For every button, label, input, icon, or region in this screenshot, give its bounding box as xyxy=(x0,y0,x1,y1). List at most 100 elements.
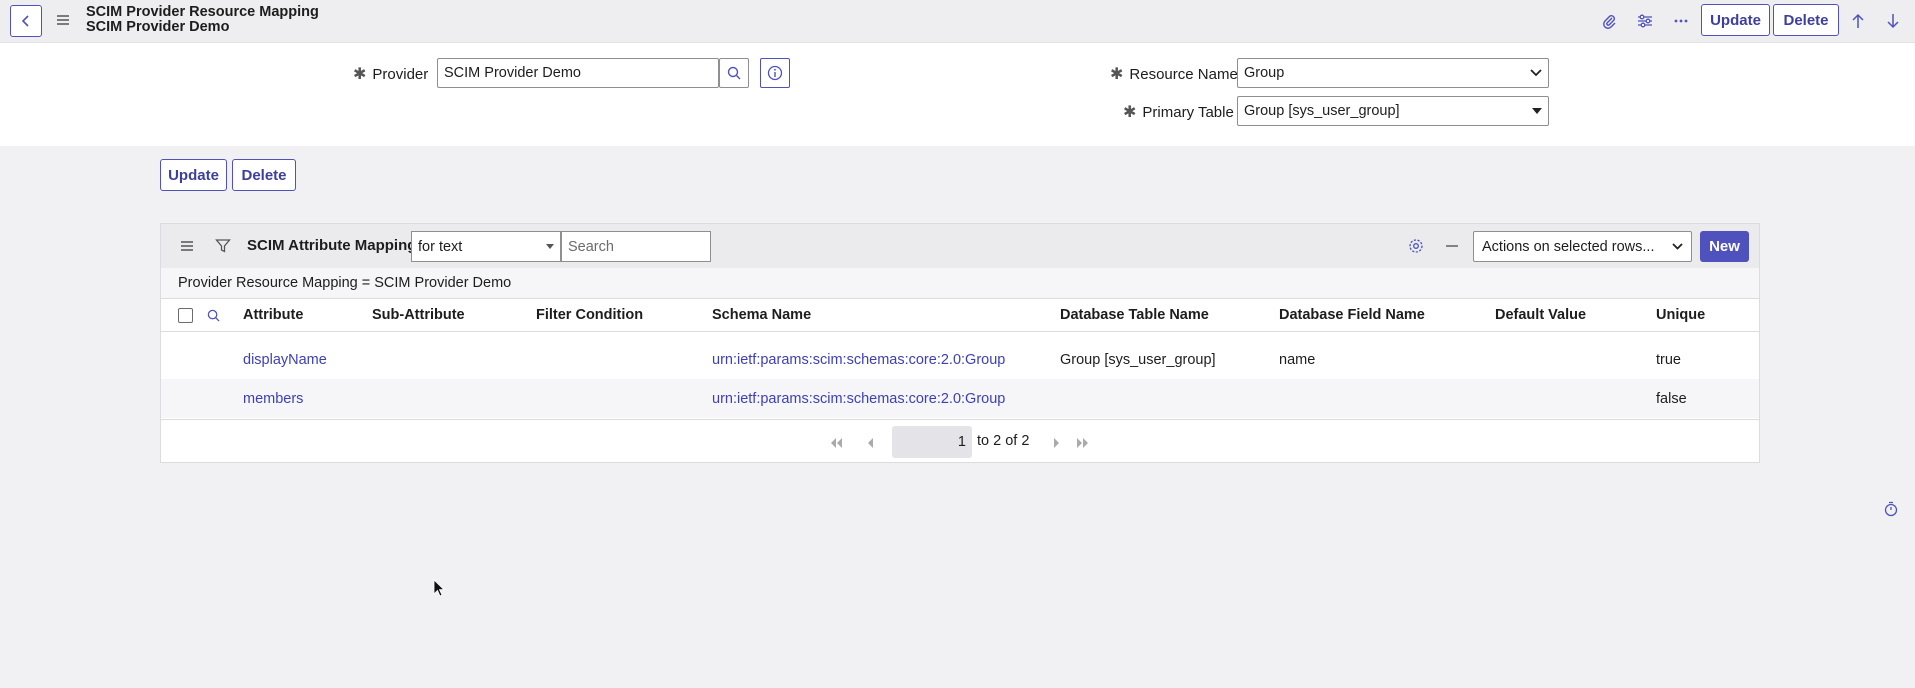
form-update-button[interactable]: Update xyxy=(160,159,227,191)
mouse-cursor-icon xyxy=(433,579,445,601)
provider-label: ✱ Provider xyxy=(353,64,428,84)
list-actions-select[interactable]: Actions on selected rows... xyxy=(1473,231,1692,262)
search-icon xyxy=(207,309,220,322)
stopwatch-icon xyxy=(1884,501,1898,517)
arrow-down-icon xyxy=(1887,14,1899,29)
provider-field-value: SCIM Provider Demo xyxy=(444,65,581,81)
primary-table-select[interactable]: Group [sys_user_group] xyxy=(1237,96,1549,126)
provider-field[interactable]: SCIM Provider Demo xyxy=(437,58,719,88)
sliders-icon xyxy=(1638,14,1652,28)
column-header-filter-condition[interactable]: Filter Condition xyxy=(536,299,643,331)
table-row: members urn:ietf:params:scim:schemas:cor… xyxy=(161,379,1759,418)
search-field-select[interactable]: for text xyxy=(411,231,561,262)
header-update-button[interactable]: Update xyxy=(1701,4,1770,36)
resource-name-value: Group xyxy=(1244,65,1285,81)
paperclip-icon xyxy=(1603,15,1616,29)
personalize-form-button[interactable] xyxy=(1632,8,1658,34)
caret-down-icon xyxy=(1532,108,1542,114)
back-button[interactable] xyxy=(10,5,42,37)
mandatory-asterisk-icon: ✱ xyxy=(1110,66,1124,83)
chevron-left-icon xyxy=(21,15,29,27)
page-number-input[interactable]: 1 xyxy=(892,426,972,458)
resource-name-label: ✱ Resource Name xyxy=(1110,64,1238,84)
new-record-button[interactable]: New xyxy=(1700,231,1749,262)
arrow-up-icon xyxy=(1852,13,1864,28)
hamburger-icon xyxy=(57,15,69,25)
page-number-value: 1 xyxy=(957,434,966,450)
page-range-text: to 2 of 2 xyxy=(977,433,1030,449)
column-header-schema-name[interactable]: Schema Name xyxy=(712,299,811,331)
record-display-value: SCIM Provider Demo xyxy=(86,19,230,35)
mandatory-asterisk-icon: ✱ xyxy=(1123,104,1137,121)
schema-name-link[interactable]: urn:ietf:params:scim:schemas:core:2.0:Gr… xyxy=(712,340,1005,379)
context-menu-button[interactable] xyxy=(52,8,74,32)
search-placeholder: Search xyxy=(568,238,614,255)
breadcrumb-text[interactable]: Provider Resource Mapping = SCIM Provide… xyxy=(178,275,511,291)
primary-table-label: ✱ Primary Table xyxy=(1123,102,1234,122)
form-delete-button[interactable]: Delete xyxy=(232,159,296,191)
header-delete-button[interactable]: Delete xyxy=(1773,4,1839,36)
related-list-panel: SCIM Attribute Mappings for text Search … xyxy=(160,223,1760,463)
provider-label-text: Provider xyxy=(372,65,429,83)
column-header-sub-attribute[interactable]: Sub-Attribute xyxy=(372,299,465,331)
unique-cell: false xyxy=(1656,390,1687,407)
attribute-link[interactable]: displayName xyxy=(243,340,327,379)
collapse-list-button[interactable] xyxy=(1440,234,1464,258)
primary-table-value: Group [sys_user_group] xyxy=(1244,103,1400,119)
chevron-left-icon xyxy=(867,438,873,448)
unique-cell: true xyxy=(1656,351,1681,368)
select-all-checkbox[interactable] xyxy=(178,308,193,323)
record-form: ✱ Provider SCIM Provider Demo ✱ Resource… xyxy=(0,43,1915,146)
filter-button[interactable] xyxy=(211,234,235,258)
double-chevron-left-icon xyxy=(831,438,842,448)
more-options-button[interactable] xyxy=(1668,8,1694,34)
list-settings-button[interactable] xyxy=(1404,234,1428,258)
last-page-button[interactable] xyxy=(1075,435,1091,451)
chevron-down-icon xyxy=(1672,243,1683,250)
mandatory-asterisk-icon: ✱ xyxy=(353,66,367,83)
first-page-button[interactable] xyxy=(828,435,844,451)
list-menu-button[interactable] xyxy=(175,234,199,258)
chevron-right-icon xyxy=(1053,438,1059,448)
column-search-button[interactable] xyxy=(207,299,220,331)
ellipsis-icon xyxy=(1674,19,1688,23)
provider-lookup-button[interactable] xyxy=(719,58,749,88)
caret-down-icon xyxy=(546,244,554,249)
record-title: SCIM Provider Resource Mapping SCIM Prov… xyxy=(86,5,319,35)
list-search-input[interactable]: Search xyxy=(561,231,711,262)
resource-name-label-text: Resource Name xyxy=(1129,65,1238,83)
column-header-default-value[interactable]: Default Value xyxy=(1495,299,1586,331)
gear-icon xyxy=(1409,239,1423,253)
attribute-link[interactable]: members xyxy=(243,379,303,418)
next-record-button[interactable] xyxy=(1880,8,1906,34)
schema-name-link[interactable]: urn:ietf:params:scim:schemas:core:2.0:Gr… xyxy=(712,379,1005,418)
primary-table-label-text: Primary Table xyxy=(1142,103,1234,121)
next-page-button[interactable] xyxy=(1048,435,1064,451)
pagination: 1 to 2 of 2 xyxy=(161,419,1759,464)
column-header-unique[interactable]: Unique xyxy=(1656,299,1705,331)
db-field-cell: name xyxy=(1279,351,1316,368)
chevron-down-icon xyxy=(1530,69,1542,77)
column-header-attribute[interactable]: Attribute xyxy=(243,299,303,331)
related-list-toolbar: SCIM Attribute Mappings for text Search … xyxy=(161,224,1759,268)
search-field-value: for text xyxy=(418,238,463,255)
provider-preview-button[interactable] xyxy=(760,58,790,88)
previous-page-button[interactable] xyxy=(862,435,878,451)
search-icon xyxy=(727,66,741,80)
filter-breadcrumb[interactable]: Provider Resource Mapping = SCIM Provide… xyxy=(161,268,1759,299)
response-time-button[interactable] xyxy=(1884,501,1902,519)
table-row: displayName urn:ietf:params:scim:schemas… xyxy=(161,340,1759,379)
table-header-row: Attribute Sub-Attribute Filter Condition… xyxy=(161,299,1759,332)
minus-icon xyxy=(1446,245,1458,247)
column-header-db-field-name[interactable]: Database Field Name xyxy=(1279,299,1425,331)
hamburger-icon xyxy=(181,241,193,251)
double-chevron-right-icon xyxy=(1077,438,1088,448)
db-table-cell: Group [sys_user_group] xyxy=(1060,351,1216,368)
previous-record-button[interactable] xyxy=(1845,8,1871,34)
info-icon xyxy=(767,65,783,81)
funnel-icon xyxy=(215,239,231,253)
resource-name-select[interactable]: Group xyxy=(1237,58,1549,88)
column-header-db-table-name[interactable]: Database Table Name xyxy=(1060,299,1209,331)
record-table-title: SCIM Provider Resource Mapping xyxy=(86,4,319,20)
attachment-button[interactable] xyxy=(1596,8,1622,34)
